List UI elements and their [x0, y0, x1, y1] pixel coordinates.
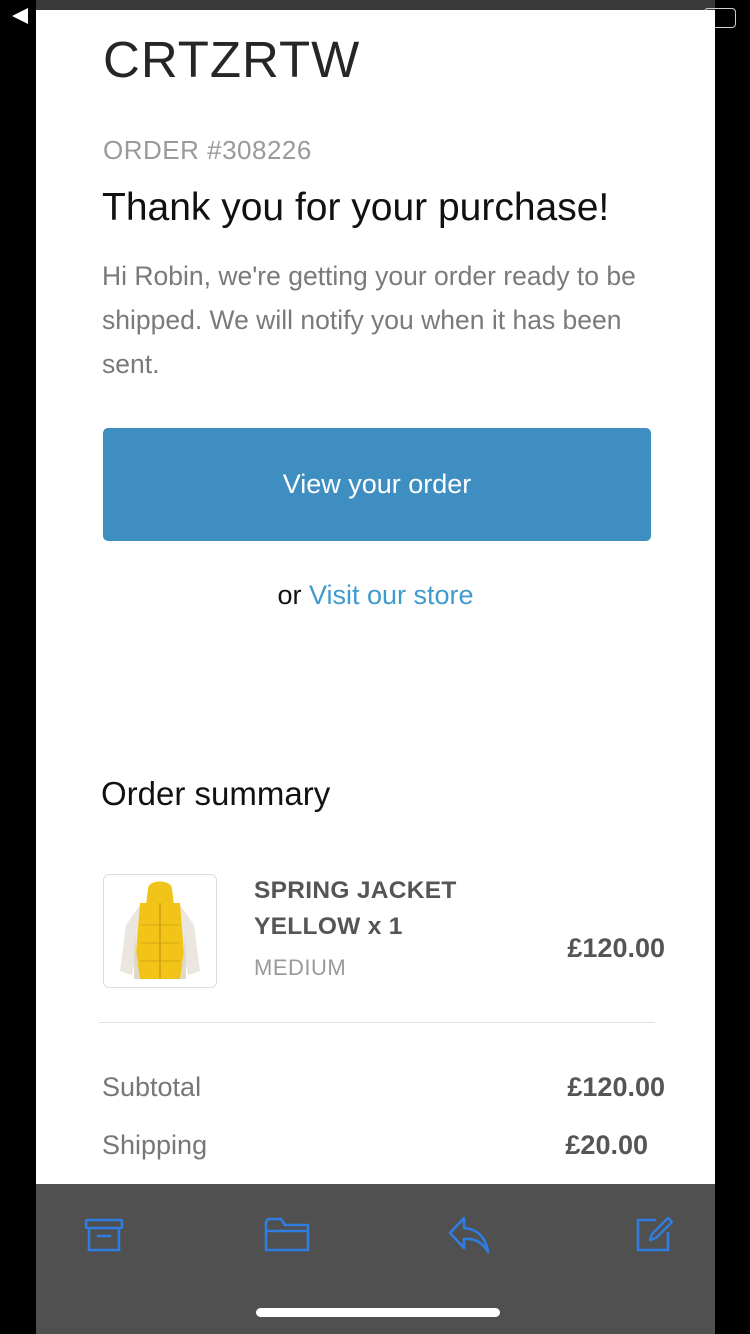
compose-icon[interactable] [632, 1212, 676, 1256]
intro-message: Hi Robin, we're getting your order ready… [102, 261, 636, 379]
mail-toolbar [36, 1184, 715, 1334]
subtotal-value: £120.00 [567, 1072, 665, 1102]
store-prefix: or [277, 580, 302, 610]
product-price: £120.00 [567, 933, 665, 963]
product-thumbnail [103, 874, 217, 988]
product-name: SPRING JACKET YELLOW x 1 [254, 877, 457, 940]
shipping-value: £20.00 [565, 1130, 648, 1160]
archive-icon[interactable] [82, 1212, 126, 1256]
left-bezel [0, 30, 36, 1334]
back-arrow-icon[interactable] [12, 8, 28, 24]
summary-divider [99, 1022, 655, 1023]
order-number: ORDER #308226 [103, 135, 312, 165]
status-strip [36, 0, 715, 10]
subtotal-label: Subtotal [102, 1072, 202, 1102]
home-indicator[interactable] [256, 1308, 500, 1317]
brand-logo-text: CRTZRTW [103, 31, 361, 88]
subtotal-row: Subtotal £120.00 [102, 1072, 665, 1112]
view-order-button[interactable]: View your order [103, 428, 651, 541]
store-link-line: or Visit our store [36, 580, 715, 611]
view-order-button-label: View your order [282, 469, 472, 499]
product-variant: MEDIUM [254, 955, 347, 980]
folder-icon[interactable] [263, 1212, 311, 1256]
visit-store-link[interactable]: Visit our store [309, 580, 474, 610]
order-summary-heading: Order summary [101, 775, 331, 812]
thank-you-heading: Thank you for your purchase! [102, 186, 610, 229]
shipping-label: Shipping [102, 1130, 208, 1160]
phone-screen: CRTZRTW ORDER #308226 Thank you for your… [0, 0, 750, 1334]
yellow-jacket-thumbnail [120, 881, 200, 979]
email-body: CRTZRTW ORDER #308226 Thank you for your… [36, 10, 715, 1184]
shipping-row: Shipping £20.00 [102, 1130, 665, 1170]
reply-icon[interactable] [446, 1212, 492, 1256]
